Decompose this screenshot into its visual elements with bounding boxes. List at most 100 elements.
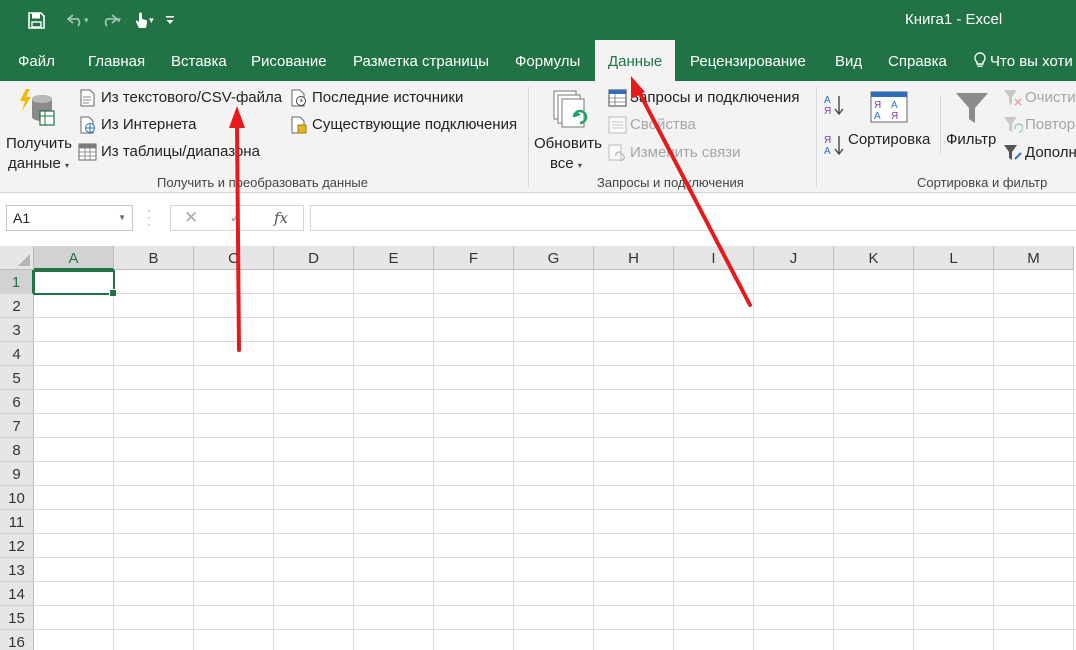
from-table-button[interactable]: Из таблицы/диапазона <box>78 141 268 163</box>
customize-icon[interactable] <box>160 6 180 34</box>
worksheet-grid: ABCDEFGHIJKLM 1 2 3 4 5 6 7 8 9 10 11 12 13 14 15 16 <box>0 246 1076 650</box>
tab-file[interactable]: Файл <box>18 40 55 81</box>
get-data-label-2: данные ▾ <box>8 155 69 172</box>
row-header[interactable]: 15 <box>0 606 34 630</box>
database-icon <box>20 89 55 126</box>
properties-button[interactable]: Свойства <box>607 114 707 136</box>
sort-separator <box>940 95 941 155</box>
select-all-button[interactable] <box>0 246 34 270</box>
clear-filter-label: Очисти <box>1025 89 1076 106</box>
cancel-icon[interactable]: ✕ <box>184 208 198 228</box>
column-header[interactable]: E <box>354 246 434 270</box>
refresh-all-icon <box>553 90 588 128</box>
tab-review[interactable]: Рецензирование <box>690 40 806 81</box>
row-header[interactable]: 6 <box>0 390 34 414</box>
from-table-label: Из таблицы/диапазона <box>101 143 260 160</box>
from-web-label: Из Интернета <box>101 116 197 133</box>
lightbulb-icon <box>974 52 986 67</box>
tab-page-layout[interactable]: Разметка страницы <box>353 40 489 81</box>
row-header[interactable]: 9 <box>0 462 34 486</box>
name-box[interactable]: A1 ▼ <box>6 205 133 231</box>
active-cell[interactable] <box>33 270 117 297</box>
queries-connections-label: Запросы и подключения <box>630 89 800 106</box>
row-header[interactable]: 12 <box>0 534 34 558</box>
resize-handle-icon[interactable]: · · · <box>147 204 151 230</box>
refresh-all-button[interactable]: Обновить все ▾ <box>530 85 606 172</box>
advanced-filter-button[interactable]: Дополн <box>1003 142 1076 164</box>
column-header[interactable]: G <box>514 246 594 270</box>
row-header[interactable]: 8 <box>0 438 34 462</box>
recent-sources-label: Последние источники <box>312 89 464 106</box>
formula-input[interactable] <box>310 205 1076 231</box>
row-header[interactable]: 10 <box>0 486 34 510</box>
tab-formulas[interactable]: Формулы <box>515 40 580 81</box>
save-icon[interactable] <box>22 6 50 34</box>
existing-connections-label: Существующие подключения <box>312 116 518 133</box>
tab-home[interactable]: Главная <box>88 40 145 81</box>
column-header[interactable]: B <box>114 246 194 270</box>
web-file-icon <box>80 116 95 134</box>
reapply-button[interactable]: Повтор <box>1003 114 1076 136</box>
row-header[interactable]: 3 <box>0 318 34 342</box>
clear-filter-button[interactable]: Очисти <box>1003 87 1076 109</box>
from-text-csv-button[interactable]: Из текстового/CSV-файла <box>78 87 283 109</box>
tell-me-label: Что вы хоти <box>990 53 1073 70</box>
redo-dropdown-icon[interactable]: ▾ <box>117 15 122 26</box>
row-header[interactable]: 13 <box>0 558 34 582</box>
recent-sources-icon <box>291 89 306 107</box>
column-header[interactable]: C <box>194 246 274 270</box>
queries-connections-button[interactable]: Запросы и подключения <box>607 87 812 109</box>
column-header[interactable]: K <box>834 246 914 270</box>
formula-bar-area: A1 ▼ · · · ✕ ✓ fx <box>0 193 1076 246</box>
row-header[interactable]: 14 <box>0 582 34 606</box>
tab-draw[interactable]: Рисование <box>251 40 327 81</box>
row-header[interactable]: 2 <box>0 294 34 318</box>
row-header[interactable]: 5 <box>0 366 34 390</box>
sort-az-button[interactable]: AЯ <box>822 93 846 117</box>
edit-links-label: Изменить связи <box>630 144 741 161</box>
ribbon: Получить данные ▾ Из текстового/CSV-файл… <box>0 81 1076 193</box>
name-box-dropdown-icon[interactable]: ▼ <box>118 206 126 230</box>
column-header[interactable]: M <box>994 246 1074 270</box>
enter-icon[interactable]: ✓ <box>229 208 243 228</box>
tab-data[interactable]: Данные <box>595 40 676 81</box>
formula-buttons: ✕ ✓ fx <box>170 205 304 231</box>
recent-sources-button[interactable]: Последние источники <box>290 87 470 109</box>
from-web-button[interactable]: Из Интернета <box>78 114 208 136</box>
tab-help[interactable]: Справка <box>888 40 947 81</box>
row-header[interactable]: 16 <box>0 630 34 650</box>
tab-view[interactable]: Вид <box>835 40 862 81</box>
column-header[interactable]: I <box>674 246 754 270</box>
row-header[interactable]: 4 <box>0 342 34 366</box>
window-title: Книга1 - Excel <box>905 11 1003 28</box>
sort-za-button-2[interactable]: ЯA <box>822 133 846 157</box>
column-header[interactable]: D <box>274 246 354 270</box>
get-data-label-1: Получить <box>6 135 72 152</box>
column-header[interactable]: A <box>34 246 114 270</box>
row-header[interactable]: 7 <box>0 414 34 438</box>
column-header[interactable]: J <box>754 246 834 270</box>
row-header[interactable]: 1 <box>0 270 34 294</box>
existing-connections-button[interactable]: Существующие подключения <box>290 114 520 136</box>
tab-tell-me[interactable]: Что вы хоти <box>974 40 1073 81</box>
reapply-label: Повтор <box>1025 116 1076 133</box>
tab-insert[interactable]: Вставка <box>171 40 227 81</box>
column-header[interactable]: F <box>434 246 514 270</box>
text-file-icon <box>80 89 95 107</box>
insert-function-icon[interactable]: fx <box>274 209 288 227</box>
touch-dropdown-icon[interactable]: ▾ <box>149 15 154 26</box>
column-header[interactable]: H <box>594 246 674 270</box>
edit-links-button[interactable]: Изменить связи <box>607 142 757 164</box>
undo-dropdown-icon[interactable]: ▾ <box>84 15 89 26</box>
group-separator-2 <box>816 87 817 187</box>
filter-label: Фильтр <box>946 131 997 148</box>
refresh-all-label-2: все ▾ <box>550 155 582 172</box>
column-header[interactable]: L <box>914 246 994 270</box>
properties-icon <box>608 116 627 134</box>
properties-label: Свойства <box>630 116 696 133</box>
cell-area[interactable] <box>34 270 1076 650</box>
filter-button[interactable]: Фильтр <box>944 89 1002 161</box>
sort-button[interactable]: Я A A Я Сортировка <box>848 89 934 161</box>
row-header[interactable]: 11 <box>0 510 34 534</box>
get-data-button[interactable]: Получить данные ▾ <box>4 85 74 172</box>
